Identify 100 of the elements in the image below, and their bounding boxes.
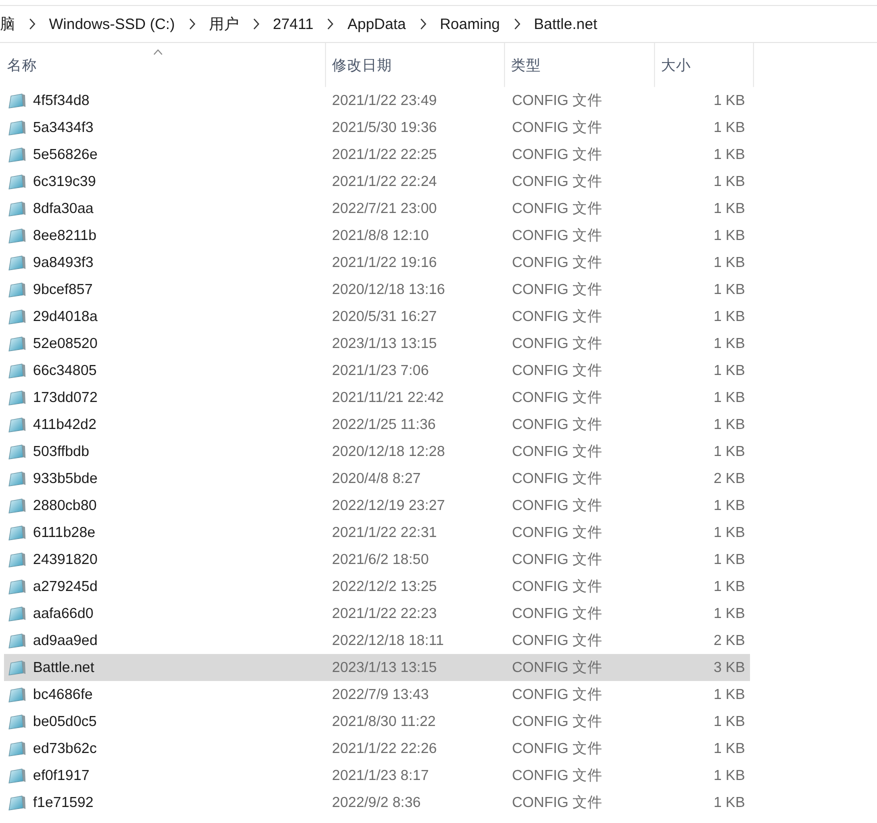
file-icon xyxy=(8,200,26,216)
file-row[interactable]: 2880cb80 2022/12/19 23:27 CONFIG 文件 1 KB xyxy=(4,492,750,519)
file-name: 9a8493f3 xyxy=(33,254,94,270)
file-type: CONFIG 文件 xyxy=(512,767,602,785)
column-header[interactable]: 修改日期 xyxy=(326,43,505,87)
modified-date: 2021/1/22 22:31 xyxy=(332,524,437,540)
file-row[interactable]: Battle.net 2023/1/13 13:15 CONFIG 文件 3 KB xyxy=(4,654,750,681)
column-header[interactable]: 类型 xyxy=(505,43,655,87)
file-row[interactable]: f1e71592 2022/9/2 8:36 CONFIG 文件 1 KB xyxy=(4,789,750,816)
file-type: CONFIG 文件 xyxy=(512,227,602,245)
file-name: ef0f1917 xyxy=(33,768,90,784)
file-row[interactable]: 29d4018a 2020/5/31 16:27 CONFIG 文件 1 KB xyxy=(4,303,750,330)
file-name: 2880cb80 xyxy=(33,498,97,514)
file-size: 1 KB xyxy=(714,416,745,432)
file-size: 1 KB xyxy=(714,228,745,244)
breadcrumb-item[interactable]: 用户 xyxy=(208,14,239,34)
file-row[interactable]: 5a3434f3 2021/5/30 19:36 CONFIG 文件 1 KB xyxy=(4,114,750,141)
file-type: CONFIG 文件 xyxy=(512,578,602,596)
breadcrumb-item[interactable]: 脑 xyxy=(0,14,15,34)
file-row[interactable]: aafa66d0 2021/1/22 22:23 CONFIG 文件 1 KB xyxy=(4,600,750,627)
file-row[interactable]: 8ee8211b 2021/8/8 12:10 CONFIG 文件 1 KB xyxy=(4,222,750,249)
file-name: ad9aa9ed xyxy=(33,632,98,648)
sort-caret-icon xyxy=(152,49,162,55)
modified-date: 2023/1/13 13:15 xyxy=(332,660,437,676)
file-icon xyxy=(8,444,26,460)
file-row[interactable]: 503ffbdb 2020/12/18 12:28 CONFIG 文件 1 KB xyxy=(4,438,750,465)
file-icon xyxy=(8,470,26,486)
file-icon xyxy=(8,768,26,784)
modified-date: 2020/12/18 13:16 xyxy=(332,282,445,298)
file-icon xyxy=(8,308,26,324)
breadcrumb-item[interactable]: Windows-SSD (C:) xyxy=(49,16,175,32)
breadcrumb-item[interactable]: AppData xyxy=(347,16,406,32)
file-icon xyxy=(8,660,26,676)
modified-date: 2021/11/21 22:42 xyxy=(332,390,444,406)
file-row[interactable]: ef0f1917 2021/1/23 8:17 CONFIG 文件 1 KB xyxy=(4,762,750,789)
file-row[interactable]: 6111b28e 2021/1/22 22:31 CONFIG 文件 1 KB xyxy=(4,519,750,546)
modified-date: 2021/6/2 18:50 xyxy=(332,552,429,568)
modified-date: 2021/1/22 19:16 xyxy=(332,254,437,270)
modified-date: 2020/4/8 8:27 xyxy=(332,470,421,486)
file-name: 933b5bde xyxy=(33,470,98,486)
modified-date: 2021/1/23 7:06 xyxy=(332,362,429,378)
breadcrumb-item[interactable]: 27411 xyxy=(272,16,314,32)
file-type: CONFIG 文件 xyxy=(512,524,602,542)
file-size: 1 KB xyxy=(714,498,745,514)
file-type: CONFIG 文件 xyxy=(512,470,602,488)
file-row[interactable]: 52e08520 2023/1/13 13:15 CONFIG 文件 1 KB xyxy=(4,330,750,357)
file-name: 66c34805 xyxy=(33,362,97,378)
modified-date: 2021/1/22 23:49 xyxy=(332,92,437,108)
chevron-icon[interactable] xyxy=(326,18,334,30)
file-type: CONFIG 文件 xyxy=(512,254,602,272)
file-type: CONFIG 文件 xyxy=(512,146,602,164)
column-header[interactable]: 大小 xyxy=(655,43,754,87)
modified-date: 2021/5/30 19:36 xyxy=(332,120,437,136)
file-type: CONFIG 文件 xyxy=(512,686,602,704)
file-icon xyxy=(8,606,26,622)
chevron-icon[interactable] xyxy=(188,18,196,30)
file-size: 1 KB xyxy=(714,768,745,784)
file-type: CONFIG 文件 xyxy=(512,443,602,461)
breadcrumb-item[interactable]: Battle.net xyxy=(534,16,598,32)
file-row[interactable]: a279245d 2022/12/2 13:25 CONFIG 文件 1 KB xyxy=(4,573,750,600)
chevron-icon[interactable] xyxy=(252,18,260,30)
chevron-icon[interactable] xyxy=(512,18,521,30)
file-name: 411b42d2 xyxy=(33,416,96,432)
file-name: be05d0c5 xyxy=(33,714,97,730)
file-row[interactable]: be05d0c5 2021/8/30 11:22 CONFIG 文件 1 KB xyxy=(4,708,750,735)
file-icon xyxy=(8,794,26,810)
file-row[interactable]: 4f5f34d8 2021/1/22 23:49 CONFIG 文件 1 KB xyxy=(4,87,750,114)
file-name: 5e56826e xyxy=(33,146,98,162)
file-type: CONFIG 文件 xyxy=(512,632,602,650)
file-name: 9bcef857 xyxy=(33,282,93,298)
chevron-icon[interactable] xyxy=(418,18,427,30)
file-size: 1 KB xyxy=(714,362,745,378)
file-row[interactable]: 8dfa30aa 2022/7/21 23:00 CONFIG 文件 1 KB xyxy=(4,195,750,222)
file-type: CONFIG 文件 xyxy=(512,119,602,137)
file-name: 29d4018a xyxy=(33,308,98,324)
file-row[interactable]: 6c319c39 2021/1/22 22:24 CONFIG 文件 1 KB xyxy=(4,168,750,195)
file-type: CONFIG 文件 xyxy=(512,659,602,677)
chevron-icon[interactable] xyxy=(28,18,36,30)
file-row[interactable]: 9a8493f3 2021/1/22 19:16 CONFIG 文件 1 KB xyxy=(4,249,750,276)
file-name: 8ee8211b xyxy=(33,228,96,244)
column-header[interactable]: 名称 xyxy=(0,43,326,87)
file-row[interactable]: 411b42d2 2022/1/25 11:36 CONFIG 文件 1 KB xyxy=(4,411,750,438)
file-row[interactable]: 5e56826e 2021/1/22 22:25 CONFIG 文件 1 KB xyxy=(4,141,750,168)
file-name: 6c319c39 xyxy=(33,174,96,190)
file-row[interactable]: 24391820 2021/6/2 18:50 CONFIG 文件 1 KB xyxy=(4,546,750,573)
breadcrumb-item[interactable]: Roaming xyxy=(440,16,500,32)
file-size: 1 KB xyxy=(714,794,745,810)
file-row[interactable]: bc4686fe 2022/7/9 13:43 CONFIG 文件 1 KB xyxy=(4,681,750,708)
file-size: 3 KB xyxy=(714,660,745,676)
file-size: 1 KB xyxy=(714,390,745,406)
file-name: 503ffbdb xyxy=(33,444,90,460)
file-icon xyxy=(8,254,26,270)
file-row[interactable]: ad9aa9ed 2022/12/18 18:11 CONFIG 文件 2 KB xyxy=(4,627,750,654)
file-size: 1 KB xyxy=(714,308,745,324)
file-row[interactable]: 66c34805 2021/1/23 7:06 CONFIG 文件 1 KB xyxy=(4,357,750,384)
file-row[interactable]: 9bcef857 2020/12/18 13:16 CONFIG 文件 1 KB xyxy=(4,276,750,303)
file-size: 1 KB xyxy=(714,686,745,702)
file-row[interactable]: 173dd072 2021/11/21 22:42 CONFIG 文件 1 KB xyxy=(4,384,750,411)
file-row[interactable]: 933b5bde 2020/4/8 8:27 CONFIG 文件 2 KB xyxy=(4,465,750,492)
file-row[interactable]: ed73b62c 2021/1/22 22:26 CONFIG 文件 1 KB xyxy=(4,735,750,762)
